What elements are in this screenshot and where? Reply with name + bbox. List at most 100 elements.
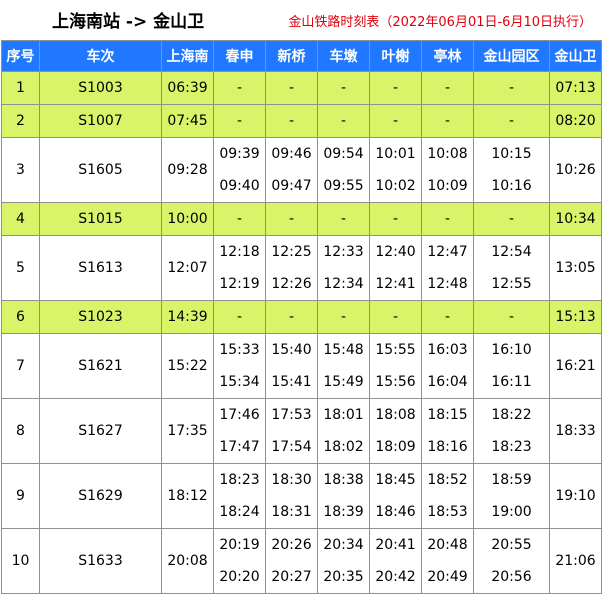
time-xinqiao: - — [265, 104, 318, 138]
time-jinshanyuanqu: 20:55 20:56 — [473, 528, 550, 594]
departure-time: 12:48 — [427, 276, 468, 292]
arrive-depart-pair: 10:08 10:09 — [422, 138, 473, 202]
departure-time: 18:39 — [323, 504, 364, 520]
row-number: 2 — [1, 104, 40, 138]
arrive-depart-pair: 09:54 09:55 — [318, 138, 369, 202]
departure-time: 18:09 — [375, 439, 416, 455]
time-jinshanwei: 15:13 — [549, 300, 602, 334]
departure-time: 20:35 — [323, 569, 364, 585]
arrive-depart-pair: 12:54 12:55 — [474, 236, 549, 300]
arrival-time: 12:47 — [427, 244, 468, 260]
arrive-depart-pair: 20:26 20:27 — [266, 529, 317, 593]
departure-time: 18:31 — [271, 504, 312, 520]
departure-time: 15:56 — [375, 374, 416, 390]
departure-time: 18:46 — [375, 504, 416, 520]
row-number: 10 — [1, 528, 40, 594]
time-tinglin: - — [421, 71, 474, 105]
arrive-depart-pair: 18:15 18:16 — [422, 399, 473, 463]
departure-time: 09:47 — [271, 178, 312, 194]
arrive-depart-pair: 12:47 12:48 — [422, 236, 473, 300]
arrive-depart-pair: 15:55 15:56 — [370, 334, 421, 398]
arrival-time: 09:39 — [219, 146, 260, 162]
row-number: 8 — [1, 398, 40, 464]
time-yexie: - — [369, 71, 422, 105]
arrive-depart-pair: 18:38 18:39 — [318, 464, 369, 528]
col-header-number: 序号 — [1, 40, 40, 72]
departure-time: 15:49 — [323, 374, 364, 390]
arrival-time: 10:15 — [491, 146, 532, 162]
time-shanghainan: 14:39 — [161, 300, 214, 334]
departure-time: 20:56 — [491, 569, 532, 585]
time-yexie: 18:45 18:46 — [369, 463, 422, 529]
time-jinshanyuanqu: - — [473, 300, 550, 334]
departure-time: 18:23 — [491, 439, 532, 455]
col-header-tinglin: 亭林 — [421, 40, 474, 72]
arrive-depart-pair: 16:03 16:04 — [422, 334, 473, 398]
arrive-depart-pair: 20:48 20:49 — [422, 529, 473, 593]
time-chunshen: 09:39 09:40 — [213, 137, 266, 203]
time-tinglin: 20:48 20:49 — [421, 528, 474, 594]
departure-time: 18:53 — [427, 504, 468, 520]
time-yexie: - — [369, 202, 422, 236]
time-jinshanwei: 07:13 — [549, 71, 602, 105]
train-number: S1633 — [39, 528, 162, 594]
time-jinshanwei: 16:21 — [549, 333, 602, 399]
arrival-time: 16:03 — [427, 342, 468, 358]
time-jinshanyuanqu: 16:10 16:11 — [473, 333, 550, 399]
time-jinshanyuanqu: 18:22 18:23 — [473, 398, 550, 464]
arrival-time: 12:33 — [323, 244, 364, 260]
arrive-depart-pair: 12:18 12:19 — [214, 236, 265, 300]
time-jinshanwei: 13:05 — [549, 235, 602, 301]
train-number: S1627 — [39, 398, 162, 464]
time-shanghainan: 18:12 — [161, 463, 214, 529]
table-row: 3 S1605 09:28 09:39 09:40 09:46 09:47 09:54 09:5… — [1, 137, 602, 203]
departure-time: 10:02 — [375, 178, 416, 194]
arrive-depart-pair: 20:34 20:35 — [318, 529, 369, 593]
arrival-time: 16:10 — [491, 342, 532, 358]
row-number: 6 — [1, 300, 40, 334]
timetable-subtitle: 金山铁路时刻表（2022年06月01日-6月10日执行） — [288, 15, 592, 30]
departure-time: 18:02 — [323, 439, 364, 455]
table-row: 5 S1613 12:07 12:18 12:19 12:25 12:26 12:33 12:3… — [1, 235, 602, 301]
arrive-depart-pair: 10:01 10:02 — [370, 138, 421, 202]
time-chedun: 15:48 15:49 — [317, 333, 370, 399]
time-xinqiao: 17:53 17:54 — [265, 398, 318, 464]
train-number: S1023 — [39, 300, 162, 334]
time-jinshanyuanqu: - — [473, 202, 550, 236]
row-number: 9 — [1, 463, 40, 529]
arrival-time: 20:48 — [427, 537, 468, 553]
time-jinshanyuanqu: 12:54 12:55 — [473, 235, 550, 301]
arrival-time: 20:34 — [323, 537, 364, 553]
arrival-time: 20:26 — [271, 537, 312, 553]
route-title: 上海南站 -> 金山卫 — [52, 12, 205, 32]
row-number: 1 — [1, 71, 40, 105]
arrival-time: 15:55 — [375, 342, 416, 358]
arrival-time: 12:54 — [491, 244, 532, 260]
departure-time: 10:09 — [427, 178, 468, 194]
departure-time: 19:00 — [491, 504, 532, 520]
time-tinglin: 18:15 18:16 — [421, 398, 474, 464]
table-row: 1 S1003 06:39- - - - - -07:13 — [1, 71, 602, 105]
arrival-time: 15:40 — [271, 342, 312, 358]
time-shanghainan: 15:22 — [161, 333, 214, 399]
table-row: 10 S1633 20:08 20:19 20:20 20:26 20:27 20:34 20:… — [1, 528, 602, 594]
arrival-time: 18:15 — [427, 407, 468, 423]
arrive-depart-pair: 18:23 18:24 — [214, 464, 265, 528]
time-chedun: - — [317, 202, 370, 236]
time-jinshanyuanqu: 10:15 10:16 — [473, 137, 550, 203]
arrival-time: 15:48 — [323, 342, 364, 358]
arrival-time: 09:46 — [271, 146, 312, 162]
arrival-time: 12:25 — [271, 244, 312, 260]
time-xinqiao: - — [265, 300, 318, 334]
time-chedun: - — [317, 104, 370, 138]
time-yexie: - — [369, 104, 422, 138]
arrival-time: 18:59 — [491, 472, 532, 488]
row-number: 5 — [1, 235, 40, 301]
time-xinqiao: - — [265, 202, 318, 236]
timetable: 序号 车次 上海南 春申 新桥 车墩 叶榭 亭林 金山园区 金山卫 1 S1003… — [1, 40, 602, 594]
time-yexie: 10:01 10:02 — [369, 137, 422, 203]
departure-time: 09:55 — [323, 178, 364, 194]
departure-time: 20:49 — [427, 569, 468, 585]
time-shanghainan: 09:28 — [161, 137, 214, 203]
time-chunshen: - — [213, 300, 266, 334]
